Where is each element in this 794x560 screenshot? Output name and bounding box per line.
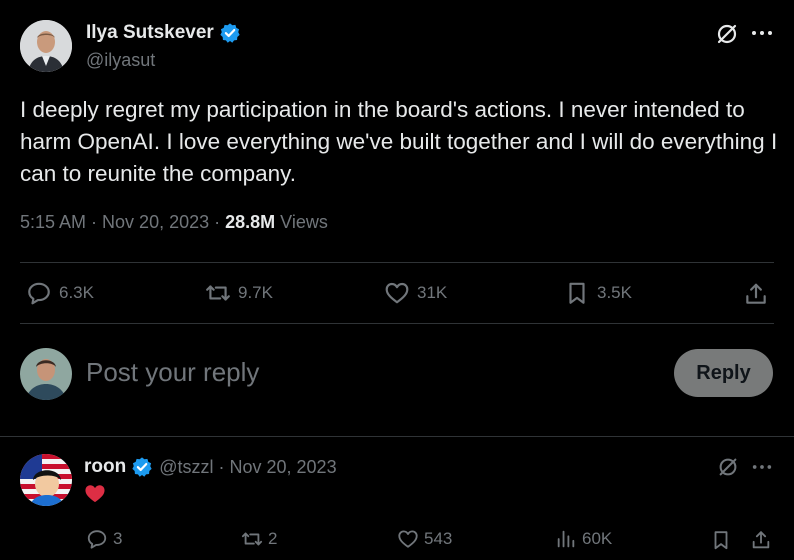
reply-separator: ·	[218, 456, 225, 477]
reply-date[interactable]: Nov 20, 2023	[230, 457, 337, 478]
author-name[interactable]: Ilya Sutskever	[86, 22, 214, 44]
reply-author-avatar[interactable]	[20, 454, 72, 506]
tweet-text: I deeply regret my participation in the …	[20, 97, 778, 186]
reply-author-avatar-image	[20, 454, 72, 506]
share-icon[interactable]	[750, 529, 772, 551]
reply-reply-action[interactable]: 3	[86, 528, 122, 550]
retweet-count: 9.7K	[238, 283, 273, 302]
reply-input[interactable]: Post your reply	[86, 357, 259, 388]
reply-icon	[87, 530, 107, 549]
verified-badge-icon	[220, 23, 240, 43]
author-avatar[interactable]	[20, 20, 72, 72]
reply-button[interactable]: Reply	[674, 349, 773, 397]
composer-avatar-image	[20, 348, 72, 400]
reply-count: 6.3K	[59, 283, 94, 302]
meta-separator: ·	[91, 212, 98, 232]
bookmark-count: 3.5K	[597, 283, 632, 302]
reply-like-action[interactable]: 543	[397, 528, 452, 550]
composer-avatar[interactable]	[20, 348, 72, 400]
reply-retweet-count: 2	[268, 529, 278, 548]
retweet-icon	[206, 285, 230, 301]
reply-like-count: 543	[424, 529, 453, 548]
bookmark-action[interactable]: 3.5K	[564, 280, 632, 306]
bookmark-icon	[569, 282, 585, 304]
retweet-action[interactable]: 9.7K	[205, 280, 273, 306]
author-name-row: Ilya Sutskever	[86, 22, 241, 44]
reply-icon	[28, 282, 50, 305]
reply-author-handle[interactable]: @tszzl	[159, 457, 213, 478]
like-action[interactable]: 31K	[384, 280, 447, 306]
heart-emoji	[85, 485, 105, 503]
views-icon	[557, 530, 575, 548]
reply-author-name[interactable]: roon	[84, 456, 126, 478]
views-count: 28.8M	[225, 212, 276, 232]
like-icon	[385, 282, 409, 304]
like-count: 31K	[417, 283, 448, 302]
more-icon[interactable]	[751, 456, 773, 478]
reply-action[interactable]: 6.3K	[26, 280, 94, 306]
views-label: Views	[280, 212, 328, 232]
divider-top	[20, 262, 774, 263]
reply-text	[84, 483, 106, 508]
reply-views-action[interactable]: 60K	[555, 528, 612, 550]
share-icon[interactable]	[743, 281, 769, 307]
divider-middle	[20, 323, 774, 324]
more-icon[interactable]	[750, 21, 774, 45]
grok-icon[interactable]	[716, 455, 740, 479]
bookmark-icon[interactable]	[710, 529, 732, 551]
author-handle[interactable]: @ilyasut	[86, 50, 155, 71]
verified-badge-icon	[132, 457, 152, 477]
tweet-time[interactable]: 5:15 AM	[20, 212, 86, 233]
reply-retweet-action[interactable]: 2	[241, 528, 277, 550]
tweet-date[interactable]: Nov 20, 2023	[102, 212, 209, 233]
divider-full	[0, 436, 794, 437]
grok-icon[interactable]	[714, 21, 740, 47]
like-icon	[398, 530, 418, 548]
reply-views-count: 60K	[582, 529, 613, 548]
meta-separator: ·	[214, 212, 221, 232]
reply-header: roon @tszzl · Nov 20, 2023	[84, 456, 337, 478]
retweet-icon	[241, 532, 263, 546]
author-avatar-image	[20, 20, 72, 72]
reply-reply-count: 3	[113, 529, 123, 548]
tweet-meta: 5:15 AM · Nov 20, 2023 · 28.8M Views	[20, 212, 328, 233]
